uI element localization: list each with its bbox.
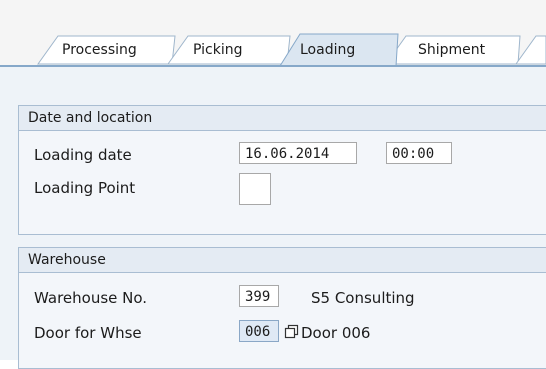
group-title-warehouse: Warehouse [19, 248, 546, 273]
door-description-text: Door 006 [301, 324, 371, 342]
loading-point-label: Loading Point [34, 179, 136, 197]
group-warehouse: Warehouse Warehouse No. 399 S5 Consultin… [18, 247, 546, 369]
loading-date-label: Loading date [34, 146, 132, 164]
tab-processing[interactable]: Processing [62, 40, 137, 60]
row-door: Door for Whse 006 Door 006 [19, 318, 546, 346]
row-loading-point: Loading Point [19, 173, 546, 205]
loading-time-field[interactable]: 00:00 [386, 142, 452, 164]
warehouse-no-field[interactable]: 399 [239, 285, 279, 307]
tab-strip: Processing Picking Loading Shipment [0, 0, 546, 66]
tab-shipment[interactable]: Shipment [418, 40, 485, 60]
door-label: Door for Whse [34, 324, 142, 342]
tab-picking[interactable]: Picking [193, 40, 242, 60]
group-title-date-location: Date and location [19, 106, 546, 131]
warehouse-name-text: S5 Consulting [311, 289, 415, 307]
tab-loading[interactable]: Loading [300, 40, 355, 60]
loading-date-field[interactable]: 16.06.2014 [239, 142, 357, 164]
row-loading-date: Loading date 16.06.2014 00:00 [19, 140, 546, 168]
loading-point-field[interactable] [239, 173, 271, 205]
tab-page-border [0, 65, 546, 67]
copy-icon[interactable] [282, 321, 300, 341]
tab-shape-more [515, 35, 546, 65]
group-date-location: Date and location Loading date 16.06.201… [18, 105, 546, 235]
door-field[interactable]: 006 [239, 320, 279, 342]
row-warehouse-no: Warehouse No. 399 S5 Consulting [19, 283, 546, 311]
warehouse-no-label: Warehouse No. [34, 289, 148, 307]
